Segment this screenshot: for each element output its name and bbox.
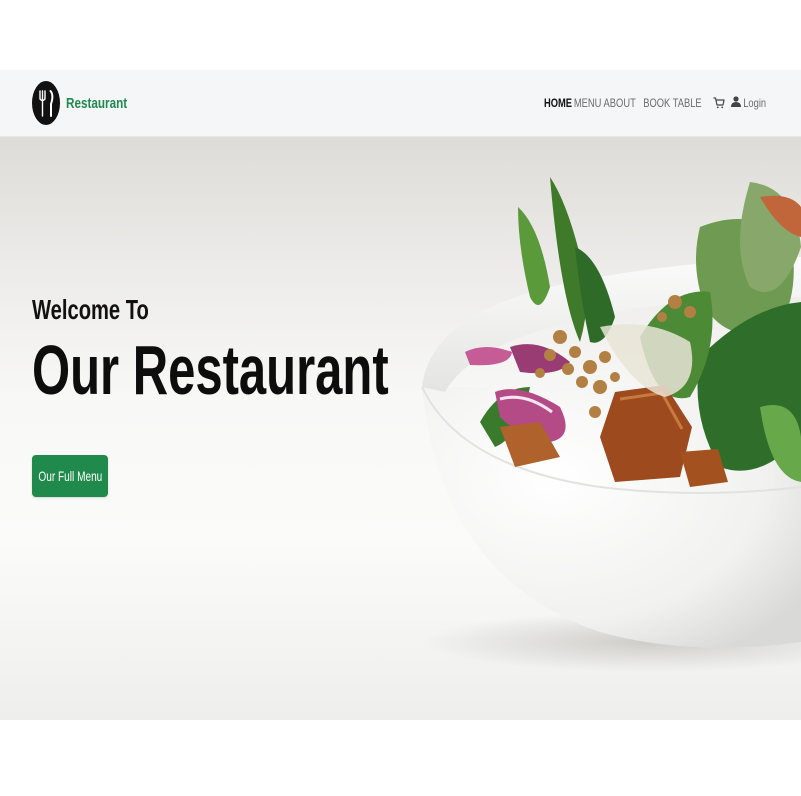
full-menu-button-label: Our Full Menu: [38, 468, 102, 484]
main-nav: HOME MENU ABOUT BOOK TABLE Login: [543, 70, 766, 136]
user-icon: [730, 94, 741, 112]
nav-menu[interactable]: MENU: [574, 96, 602, 110]
hero-headline: Our Restaurant: [32, 331, 389, 409]
nav-about[interactable]: ABOUT: [604, 96, 636, 110]
fork-knife-icon: [32, 81, 60, 125]
hero: Welcome To Our Restaurant Our Full Menu: [0, 137, 801, 720]
hero-text: Welcome To Our Restaurant: [32, 292, 542, 410]
nav-book-table[interactable]: BOOK TABLE: [643, 96, 701, 110]
brand-name: Restaurant: [66, 94, 128, 112]
nav-home[interactable]: HOME: [544, 96, 572, 110]
cart-icon[interactable]: [713, 97, 725, 109]
navbar: Restaurant HOME MENU ABOUT BOOK TABLE Lo…: [0, 70, 801, 137]
full-menu-button[interactable]: Our Full Menu: [32, 455, 108, 497]
login-label: Login: [742, 96, 766, 110]
welcome-text: Welcome To: [32, 294, 149, 325]
brand-link[interactable]: Restaurant: [32, 80, 144, 126]
login-link[interactable]: Login: [730, 94, 766, 112]
salad-bowl-image: [420, 177, 801, 672]
page: Restaurant HOME MENU ABOUT BOOK TABLE Lo…: [0, 0, 801, 796]
